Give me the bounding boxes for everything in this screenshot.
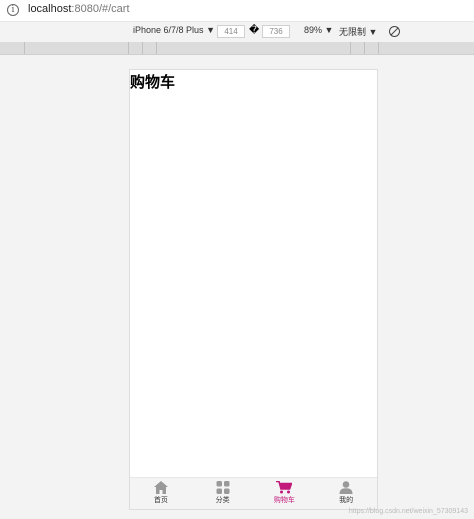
throttle-label: 无限制 [339,27,367,37]
ruler-segment[interactable] [128,42,143,54]
bottom-tabbar: 首页 分类 购物车 我的 [130,477,377,509]
ruler-segment[interactable] [364,42,379,54]
url-path: :8080/#/cart [71,3,130,15]
tab-home[interactable]: 首页 [130,478,192,509]
ruler-segment[interactable] [156,42,351,54]
watermark: https://blog.csdn.net/weixin_57309143 [348,508,468,515]
tab-cart[interactable]: 购物车 [254,478,316,509]
user-icon [315,481,377,494]
device-select-label: iPhone 6/7/8 Plus [133,25,204,35]
dimension-separator: � [249,25,260,36]
address-bar: i localhost:8080/#/cart [0,0,474,22]
tab-category[interactable]: 分类 [192,478,254,509]
ruler-segment[interactable] [350,42,365,54]
device-select[interactable]: iPhone 6/7/8 Plus ▼ [133,25,215,35]
info-icon[interactable]: i [7,4,19,16]
tab-cart-label: 购物车 [273,496,295,504]
grid-icon [192,481,254,494]
rotate-icon[interactable] [389,26,400,37]
url-host: localhost [28,3,72,15]
device-frame: 购物车 首页 分类 购物车 我的 [129,69,378,510]
ruler-segment[interactable] [0,42,25,54]
tab-home-label: 首页 [153,496,168,504]
throttle-select[interactable]: 无限制 ▼ [339,25,377,38]
ruler-segment[interactable] [142,42,157,54]
tab-category-label: 分类 [215,496,230,504]
zoom-label: 89% [304,25,323,35]
device-toolbar: iPhone 6/7/8 Plus ▼ 414 � 736 89% ▼ 无限制 … [0,22,474,42]
media-query-bar[interactable] [0,42,474,55]
cart-icon [254,481,316,494]
url-field[interactable]: localhost:8080/#/cart [28,3,130,15]
zoom-select[interactable]: 89% ▼ [304,25,333,35]
ruler-segment[interactable] [24,42,129,54]
page-title: 购物车 [130,73,176,91]
height-input[interactable]: 736 [262,25,290,38]
tab-mine-label: 我的 [339,496,354,504]
width-input[interactable]: 414 [217,25,245,38]
home-icon [130,481,192,494]
tab-mine[interactable]: 我的 [315,478,377,509]
